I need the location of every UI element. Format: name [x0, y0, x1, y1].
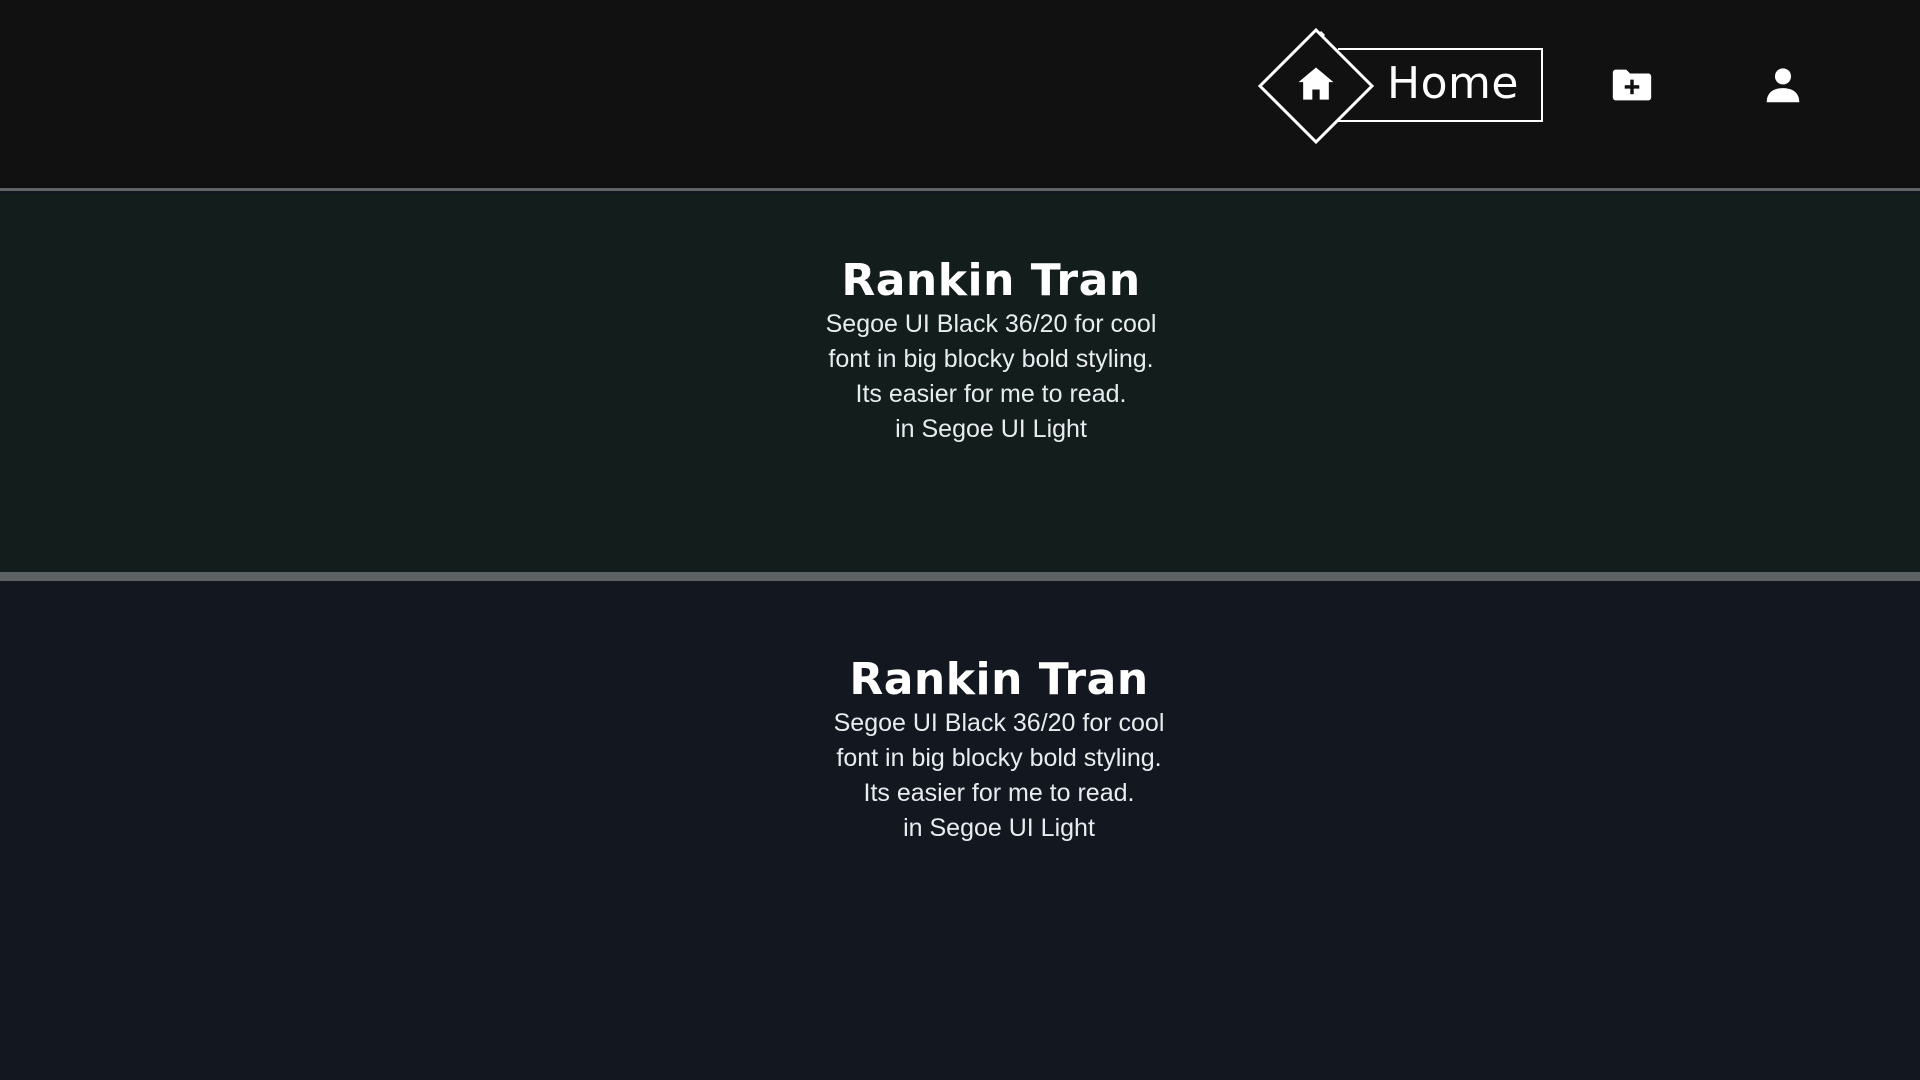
description-line: font in big blocky bold styling. [836, 744, 1162, 772]
home-label: Home [1387, 58, 1519, 109]
profile-name: Rankin Tran [841, 255, 1141, 306]
description-line: Segoe UI Black 36/20 for cool [833, 709, 1165, 737]
description-line: Its easier for me to read. [855, 380, 1127, 408]
description-line: in Segoe UI Light [903, 814, 1095, 842]
description-line: font in big blocky bold styling. [828, 345, 1154, 373]
description-line: in Segoe UI Light [895, 415, 1087, 443]
description-line: Its easier for me to read. [863, 779, 1135, 807]
home-nav-button[interactable]: Home [1258, 28, 1544, 144]
user-icon[interactable] [1760, 62, 1806, 108]
description-line: Segoe UI Black 36/20 for cool [825, 310, 1157, 338]
folder-add-icon[interactable] [1609, 62, 1655, 108]
home-icon [1298, 67, 1334, 100]
top-navigation-bar: Home [0, 0, 1920, 191]
profile-name: Rankin Tran [849, 654, 1149, 705]
profile-card: Rankin Tran Segoe UI Black 36/20 for coo… [691, 255, 1291, 447]
profile-card: Rankin Tran Segoe UI Black 36/20 for coo… [699, 654, 1299, 846]
section-divider [0, 572, 1920, 581]
